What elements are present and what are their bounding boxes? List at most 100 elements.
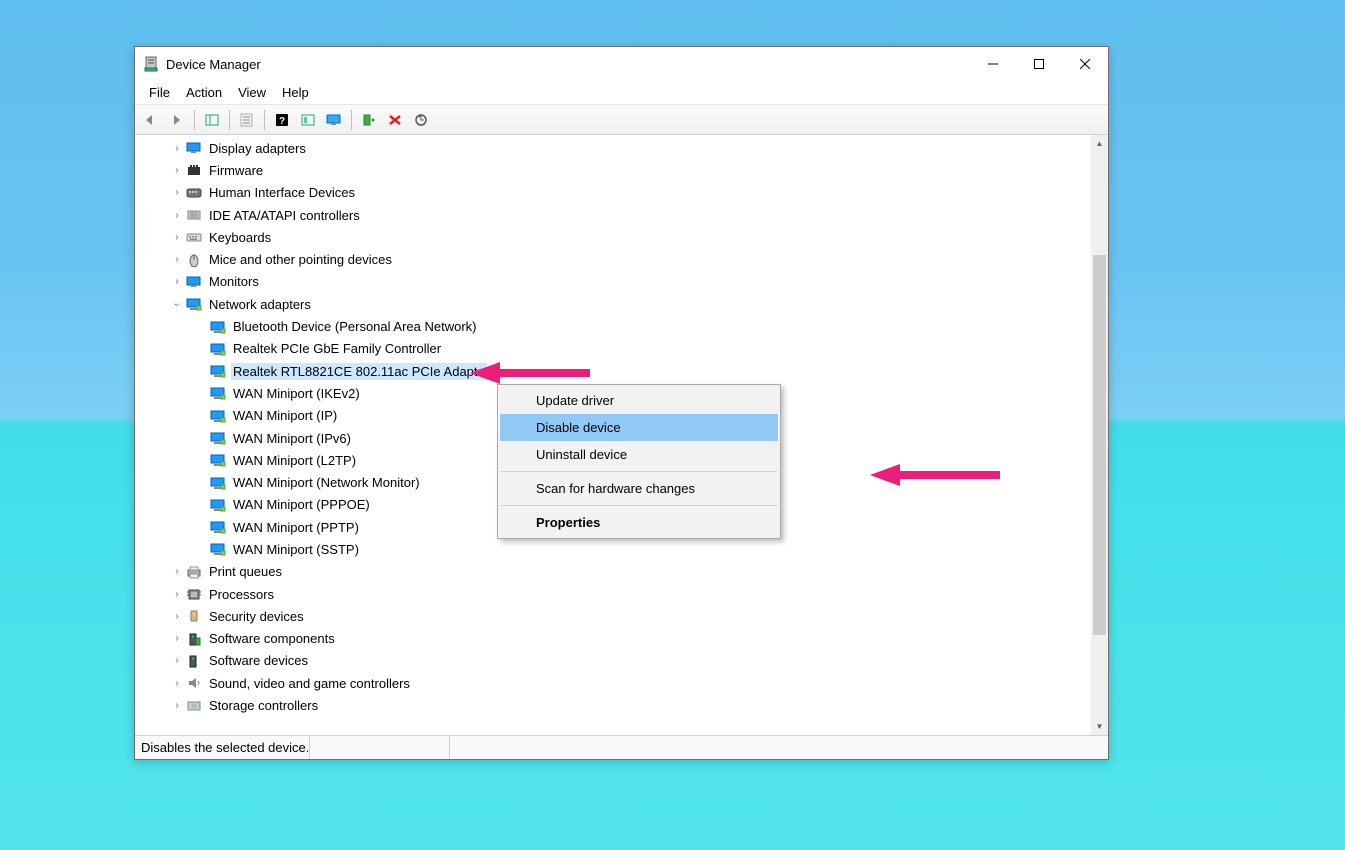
tree-node-bluetooth-device-personal-area-network-[interactable]: Bluetooth Device (Personal Area Network) [135,315,1108,337]
expand-toggle[interactable]: › [169,143,185,154]
menu-view[interactable]: View [230,82,274,103]
tree-node-security-devices[interactable]: › Security devices [135,605,1108,627]
menu-action[interactable]: Action [178,82,230,103]
network-icon [185,296,203,312]
context-menu[interactable]: Update driverDisable deviceUninstall dev… [497,384,781,539]
expand-toggle[interactable]: › [169,165,185,176]
monitor-button[interactable] [322,108,346,132]
tree-node-monitors[interactable]: › Monitors [135,271,1108,293]
context-update-driver[interactable]: Update driver [500,387,778,414]
svg-text:?: ? [279,116,285,127]
close-button[interactable] [1062,48,1108,80]
netadapter-icon [209,519,227,535]
disable-button[interactable] [383,108,407,132]
tree-node-print-queues[interactable]: ›Print queues [135,561,1108,583]
titlebar[interactable]: Device Manager [135,47,1108,81]
minimize-button[interactable] [970,48,1016,80]
context-separator [501,505,777,506]
expand-toggle[interactable]: › [169,655,185,666]
tree-node-sound-video-and-game-controllers[interactable]: ›Sound, video and game controllers [135,672,1108,694]
tree-node-label: Keyboards [207,229,273,246]
menu-help[interactable]: Help [274,82,317,103]
tree-node-label: Monitors [207,273,261,290]
menu-file[interactable]: File [141,82,178,103]
tree-node-display-adapters[interactable]: ›Display adapters [135,137,1108,159]
expand-toggle[interactable]: › [169,187,185,198]
expand-toggle[interactable]: › [169,589,185,600]
context-uninstall-device[interactable]: Uninstall device [500,441,778,468]
tree-node-label: WAN Miniport (SSTP) [231,541,361,558]
netadapter-icon [209,408,227,424]
back-button[interactable] [139,108,163,132]
context-disable-device[interactable]: Disable device [500,414,778,441]
tree-node-keyboards[interactable]: › Keyboards [135,226,1108,248]
tree-node-label: Mice and other pointing devices [207,251,394,268]
tree-node-mice-and-other-pointing-devices[interactable]: › Mice and other pointing devices [135,248,1108,270]
scroll-thumb[interactable] [1093,255,1106,635]
swdev-icon [185,653,203,669]
properties-button[interactable] [235,108,259,132]
netadapter-icon [209,452,227,468]
statusbar: Disables the selected device. [135,735,1108,759]
scan-button[interactable] [409,108,433,132]
update-driver-button[interactable] [296,108,320,132]
toolbar: ? [135,105,1108,135]
expand-toggle[interactable]: › [169,633,185,644]
tree-node-storage-controllers[interactable]: ›Storage controllers [135,694,1108,716]
expand-toggle[interactable]: › [169,700,185,711]
expand-toggle[interactable]: › [169,254,185,265]
expand-toggle[interactable]: › [169,210,185,221]
context-separator [501,471,777,472]
tree-node-realtek-pcie-gbe-family-controller[interactable]: Realtek PCIe GbE Family Controller [135,338,1108,360]
keyboard-icon [185,229,203,245]
expand-toggle[interactable]: › [169,299,185,310]
cpu-icon [185,586,203,602]
tree-node-label: Network adapters [207,296,313,313]
expand-toggle[interactable]: › [169,678,185,689]
printer-icon [185,564,203,580]
netadapter-icon [209,363,227,379]
scroll-up-icon[interactable]: ▲ [1091,135,1108,152]
context-properties[interactable]: Properties [500,509,778,536]
tree-node-ide-ata-atapi-controllers[interactable]: › IDE ATA/ATAPI controllers [135,204,1108,226]
tree-node-label: Software devices [207,652,310,669]
netadapter-icon [209,385,227,401]
netadapter-icon [209,319,227,335]
ide-icon [185,207,203,223]
security-icon [185,608,203,624]
tree-node-software-components[interactable]: ›Software components [135,628,1108,650]
sound-icon [185,675,203,691]
swcomp-icon [185,631,203,647]
tree-node-processors[interactable]: ›Processors [135,583,1108,605]
tree-node-network-adapters[interactable]: › Network adapters [135,293,1108,315]
tree-node-software-devices[interactable]: › Software devices [135,650,1108,672]
expand-toggle[interactable]: › [169,611,185,622]
expand-toggle[interactable]: › [169,232,185,243]
tree-node-label: IDE ATA/ATAPI controllers [207,207,362,224]
expand-toggle[interactable]: › [169,276,185,287]
storage-icon [185,698,203,714]
tree-node-firmware[interactable]: ›Firmware [135,159,1108,181]
tree-node-wan-miniport-sstp-[interactable]: WAN Miniport (SSTP) [135,538,1108,560]
netadapter-icon [209,341,227,357]
hid-icon [185,185,203,201]
tree-node-label: WAN Miniport (Network Monitor) [231,474,422,491]
display-icon [185,140,203,156]
tree-node-label: WAN Miniport (IKEv2) [231,385,362,402]
scroll-down-icon[interactable]: ▼ [1091,718,1108,735]
tree-node-realtek-rtl8821ce-802-11ac-pcie-adapte[interactable]: Realtek RTL8821CE 802.11ac PCIe Adapte [135,360,1108,382]
scrollbar[interactable]: ▲ ▼ [1091,135,1108,735]
menubar: File Action View Help [135,81,1108,105]
help-button[interactable]: ? [270,108,294,132]
show-hidden-button[interactable] [200,108,224,132]
context-scan-for-hardware-changes[interactable]: Scan for hardware changes [500,475,778,502]
netadapter-icon [209,475,227,491]
monitor-icon [185,274,203,290]
mouse-icon [185,252,203,268]
forward-button[interactable] [165,108,189,132]
tree-node-human-interface-devices[interactable]: ›Human Interface Devices [135,182,1108,204]
tree-node-label: Security devices [207,608,306,625]
maximize-button[interactable] [1016,48,1062,80]
enable-button[interactable] [357,108,381,132]
expand-toggle[interactable]: › [169,566,185,577]
